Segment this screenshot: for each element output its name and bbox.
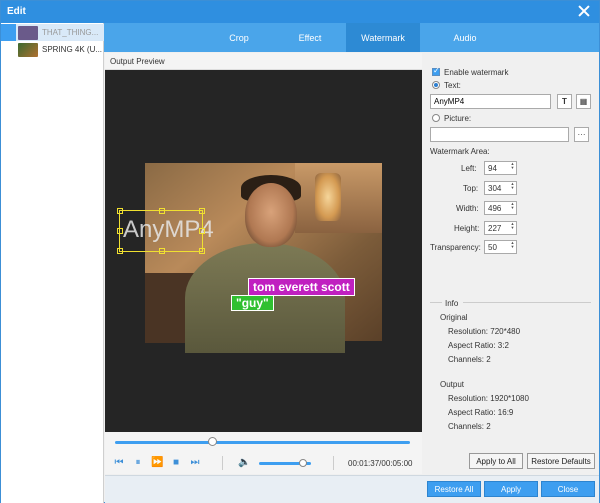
pause-icon[interactable]: ⏸ [132, 457, 144, 469]
person-head [245, 183, 297, 247]
transparency-label: Transparency: [430, 243, 481, 252]
browse-button[interactable]: ··· [574, 127, 589, 142]
stop-icon[interactable]: ■ [170, 457, 182, 469]
left-label: Left: [461, 164, 477, 173]
divider [333, 456, 334, 470]
original-title: Original [440, 313, 468, 322]
video-preview: AnyMP4 tom everett scott "guy" [105, 70, 422, 432]
skip-end-icon[interactable]: ⏭ [189, 457, 201, 469]
left-spinner[interactable]: 94 [484, 161, 517, 175]
file-thumbnail [18, 42, 38, 57]
close-button[interactable]: Close [541, 481, 595, 497]
original-channels: Channels: 2 [448, 355, 491, 364]
original-resolution: Resolution: 720*480 [448, 327, 521, 336]
tab-watermark[interactable]: Watermark [346, 23, 420, 52]
selection-marker [1, 24, 16, 41]
picture-path-input[interactable] [430, 127, 569, 142]
transparency-spinner[interactable]: 50 [484, 240, 517, 254]
info-title: Info [445, 299, 459, 308]
title-bar: Edit [1, 1, 599, 23]
resize-handle[interactable] [199, 228, 205, 234]
previous-frame-icon[interactable]: ⏮ [113, 457, 125, 469]
close-window-icon[interactable] [577, 4, 591, 18]
volume-handle[interactable] [299, 459, 308, 467]
file-item[interactable]: THAT_THING... [1, 24, 104, 41]
enable-watermark-label: Enable watermark [444, 68, 509, 77]
player-controls: ⏮ ⏸ ⏩ ■ ⏭ 🔈 00:01:37/00:05:00 [105, 432, 422, 474]
next-frame-icon[interactable]: ⏩ [151, 457, 163, 469]
width-spinner[interactable]: 496 [484, 201, 517, 215]
resize-handle[interactable] [159, 248, 165, 254]
footer-bar: Restore All Apply Close [105, 475, 599, 503]
file-item[interactable]: SPRING 4K (U... [1, 41, 104, 58]
apply-button[interactable]: Apply [484, 481, 538, 497]
tab-bar: Crop Effect Watermark Audio [104, 23, 599, 52]
watermark-text-input[interactable] [430, 94, 551, 109]
output-preview-header: Output Preview [105, 53, 422, 70]
file-name: SPRING 4K (U... [42, 45, 103, 54]
timecode: 00:01:37/00:05:00 [348, 459, 413, 468]
selection-marker [1, 41, 16, 58]
output-aspect-ratio: Aspect Ratio: 16:9 [448, 408, 514, 417]
window-title: Edit [7, 6, 26, 17]
watermark-selection-box[interactable]: AnyMP4 [117, 208, 214, 254]
output-resolution: Resolution: 1920*1080 [448, 394, 529, 403]
divider [222, 456, 223, 470]
resize-handle[interactable] [117, 208, 123, 214]
resize-handle[interactable] [199, 208, 205, 214]
edit-window: Edit THAT_THING... SPRING 4K (U... Crop … [0, 0, 600, 503]
font-style-button[interactable]: T [557, 94, 572, 109]
file-list: THAT_THING... SPRING 4K (U... [1, 23, 104, 503]
picture-radio-label: Picture: [444, 114, 472, 123]
seek-bar[interactable] [115, 441, 410, 444]
resize-handle[interactable] [117, 228, 123, 234]
video-frame [145, 163, 382, 353]
caption-role: "guy" [231, 295, 274, 311]
top-spinner[interactable]: 304 [484, 181, 517, 195]
picture-radio[interactable] [432, 114, 440, 122]
tab-audio[interactable]: Audio [435, 23, 495, 52]
divider [430, 302, 442, 303]
text-radio[interactable] [432, 81, 440, 89]
tab-effect[interactable]: Effect [280, 23, 340, 52]
resize-handle[interactable] [159, 208, 165, 214]
tab-crop[interactable]: Crop [209, 23, 269, 52]
volume-icon[interactable]: 🔈 [238, 457, 250, 469]
enable-watermark-checkbox[interactable] [432, 66, 440, 76]
height-spinner[interactable]: 227 [484, 221, 517, 235]
resize-handle[interactable] [117, 248, 123, 254]
output-title: Output [440, 380, 465, 389]
watermark-settings-panel: Enable watermark Text: T ▦ Picture: ··· … [423, 53, 599, 474]
restore-defaults-button[interactable]: Restore Defaults [527, 453, 595, 469]
file-name: THAT_THING... [42, 28, 99, 37]
text-radio-label: Text: [444, 81, 461, 90]
top-label: Top: [463, 184, 479, 193]
divider [463, 302, 591, 303]
width-label: Width: [456, 204, 479, 213]
resize-handle[interactable] [199, 248, 205, 254]
apply-to-all-button[interactable]: Apply to All [469, 453, 523, 469]
height-label: Height: [454, 224, 480, 233]
caption-name: tom everett scott [248, 278, 355, 296]
original-aspect-ratio: Aspect Ratio: 3:2 [448, 341, 509, 350]
output-channels: Channels: 2 [448, 422, 491, 431]
seek-handle[interactable] [208, 437, 218, 446]
background-lamp [315, 173, 341, 221]
text-color-button[interactable]: ▦ [576, 94, 591, 109]
restore-all-button[interactable]: Restore All [427, 481, 481, 497]
watermark-area-label: Watermark Area: [430, 147, 490, 156]
file-thumbnail [18, 25, 38, 40]
